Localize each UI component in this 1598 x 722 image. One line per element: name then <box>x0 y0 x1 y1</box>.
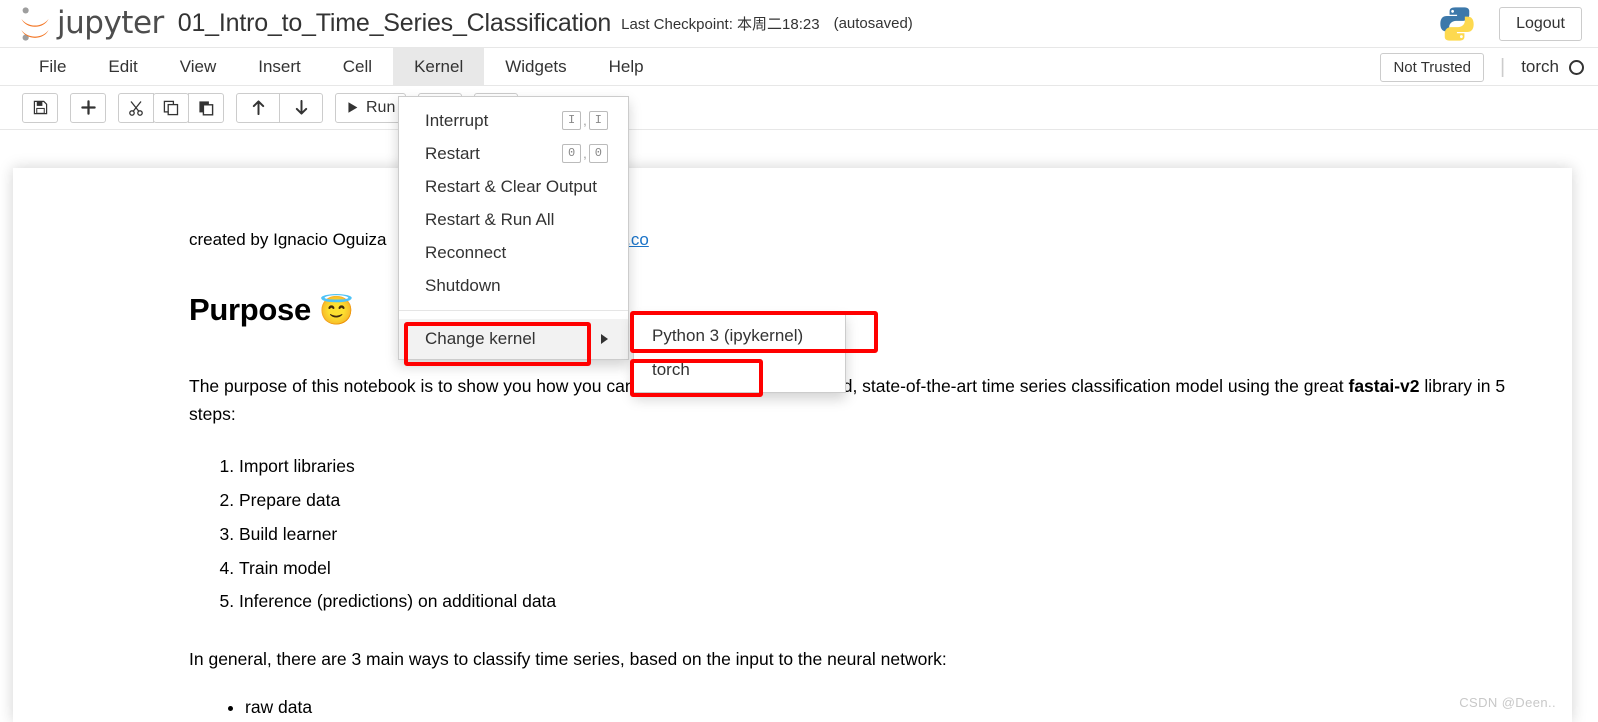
arrow-up-icon <box>252 100 264 115</box>
watermark: CSDN @Deen.. <box>1459 695 1556 710</box>
notebook-title[interactable]: 01_Intro_to_Time_Series_Classification <box>178 9 612 38</box>
toolbar-group-clipboard <box>118 92 224 123</box>
created-by-text: created by Ignacio Oguiza <box>189 230 387 249</box>
run-button-label: Run <box>366 98 396 116</box>
kernel-option-python3[interactable]: Python 3 (ipykernel) <box>634 319 845 353</box>
autosaved-status: (autosaved) <box>833 15 913 32</box>
last-checkpoint: Last Checkpoint: 本周二18:23 <box>621 16 820 33</box>
menu-item-reconnect[interactable]: Reconnect <box>399 236 628 269</box>
jupyter-logo[interactable]: jupyter <box>18 5 164 43</box>
list-item: Prepare data <box>239 487 1572 514</box>
play-icon <box>348 102 358 113</box>
list-item: raw data <box>245 694 1572 721</box>
copy-button[interactable] <box>153 92 189 123</box>
kernel-option-torch[interactable]: torch <box>634 353 845 387</box>
menu-item-label: Restart & Clear Output <box>425 176 597 196</box>
toolbar-group-move <box>236 92 323 123</box>
jupyter-mark-icon <box>21 6 49 41</box>
list-item: Import libraries <box>239 453 1572 480</box>
fastai-v2-bold: fastai-v2 <box>1348 376 1420 396</box>
menu-edit[interactable]: Edit <box>87 48 158 85</box>
notebook-toolbar: Run <box>0 86 1598 130</box>
kbd-key: I <box>561 111 582 130</box>
menu-item-restart[interactable]: Restart 0,0 <box>399 137 628 170</box>
kernel-idle-circle-icon <box>1569 59 1584 75</box>
plus-icon <box>80 100 96 115</box>
list-item: Build learner <box>239 521 1572 548</box>
menu-item-label: Shutdown <box>425 275 501 295</box>
toolbar-group-run: Run <box>335 92 407 123</box>
kbd-key: 0 <box>588 144 608 163</box>
general-paragraph: In general, there are 3 main ways to cla… <box>189 649 947 670</box>
notebook-page: created by Ignacio Oguiza AI.co Purpose … <box>13 168 1572 722</box>
caret-right-icon <box>601 334 608 344</box>
floppy-disk-icon <box>33 100 47 115</box>
notebook-content: created by Ignacio Oguiza AI.co Purpose … <box>13 168 1572 722</box>
paste-icon <box>199 100 214 116</box>
logout-button[interactable]: Logout <box>1499 7 1582 41</box>
header-right-group: Logout <box>1437 0 1582 48</box>
kernel-indicator-name: torch <box>1521 57 1559 76</box>
list-item: Train model <box>239 555 1572 582</box>
kernel-dropdown-menu: Interrupt I,I Restart 0,0 Restart & Clea… <box>398 96 629 360</box>
menu-item-label: Restart <box>425 143 480 163</box>
menu-help[interactable]: Help <box>588 48 665 85</box>
menu-insert[interactable]: Insert <box>237 48 322 85</box>
menu-item-label: Reconnect <box>425 242 507 262</box>
trust-status-badge[interactable]: Not Trusted <box>1380 52 1484 82</box>
change-kernel-submenu: Python 3 (ipykernel) torch <box>633 313 846 393</box>
menubar-right-group: Not Trusted | torch <box>1380 48 1584 86</box>
menu-item-restart-clear-output[interactable]: Restart & Clear Output <box>399 170 628 203</box>
menu-file[interactable]: File <box>18 48 87 85</box>
python-logo-icon <box>1440 7 1474 41</box>
run-cell-button[interactable]: Run <box>335 92 407 123</box>
purpose-paragraph: The purpose of this notebook is to show … <box>189 372 1529 429</box>
ways-list: raw data image data (encoded from raw da… <box>189 694 1572 722</box>
kernel-indicator[interactable]: torch <box>1521 57 1584 77</box>
menu-cell[interactable]: Cell <box>322 48 393 85</box>
cut-button[interactable] <box>118 92 154 123</box>
menu-item-shutdown[interactable]: Shutdown <box>399 269 628 302</box>
toolbar-group-insert <box>70 92 106 123</box>
toolbar-group-save <box>22 92 58 123</box>
menu-widgets[interactable]: Widgets <box>484 48 587 85</box>
move-cell-down-button[interactable] <box>279 92 323 123</box>
save-button[interactable] <box>22 92 58 123</box>
kbd-key: I <box>588 111 608 130</box>
page-title: Purpose 😇 <box>189 292 1572 328</box>
arrow-down-icon <box>295 100 307 115</box>
jupyter-brand-text: jupyter <box>57 5 164 41</box>
steps-list: Import libraries Prepare data Build lear… <box>189 453 1572 616</box>
list-item: Inference (predictions) on additional da… <box>239 588 1572 615</box>
menu-item-label: Interrupt <box>425 110 489 130</box>
page-header: jupyter 01_Intro_to_Time_Series_Classifi… <box>0 0 1598 48</box>
copy-icon <box>163 100 179 115</box>
menu-item-restart-run-all[interactable]: Restart & Run All <box>399 203 628 236</box>
menu-item-label: Change kernel <box>425 329 536 348</box>
divider: | <box>1500 55 1506 78</box>
smiling-face-with-halo-emoji-icon: 😇 <box>319 295 354 326</box>
insert-cell-below-button[interactable] <box>70 92 106 123</box>
shortcut-restart: 0,0 <box>561 144 608 163</box>
shortcut-interrupt: I,I <box>561 111 608 130</box>
menu-view[interactable]: View <box>159 48 238 85</box>
purpose-heading-text: Purpose <box>189 292 311 327</box>
menu-item-label: Restart & Run All <box>425 209 555 229</box>
move-cell-up-button[interactable] <box>236 92 280 123</box>
menu-item-interrupt[interactable]: Interrupt I,I <box>399 104 628 137</box>
menu-kernel[interactable]: Kernel <box>393 48 485 85</box>
kbd-key: 0 <box>561 144 582 163</box>
menu-divider <box>399 310 628 311</box>
menu-item-change-kernel[interactable]: Change kernel <box>399 319 628 359</box>
paste-button[interactable] <box>188 92 224 123</box>
created-by-line: created by Ignacio Oguiza AI.co <box>189 230 1572 250</box>
menu-bar: File Edit View Insert Cell Kernel Widget… <box>0 48 1598 86</box>
scissors-icon <box>129 100 143 116</box>
